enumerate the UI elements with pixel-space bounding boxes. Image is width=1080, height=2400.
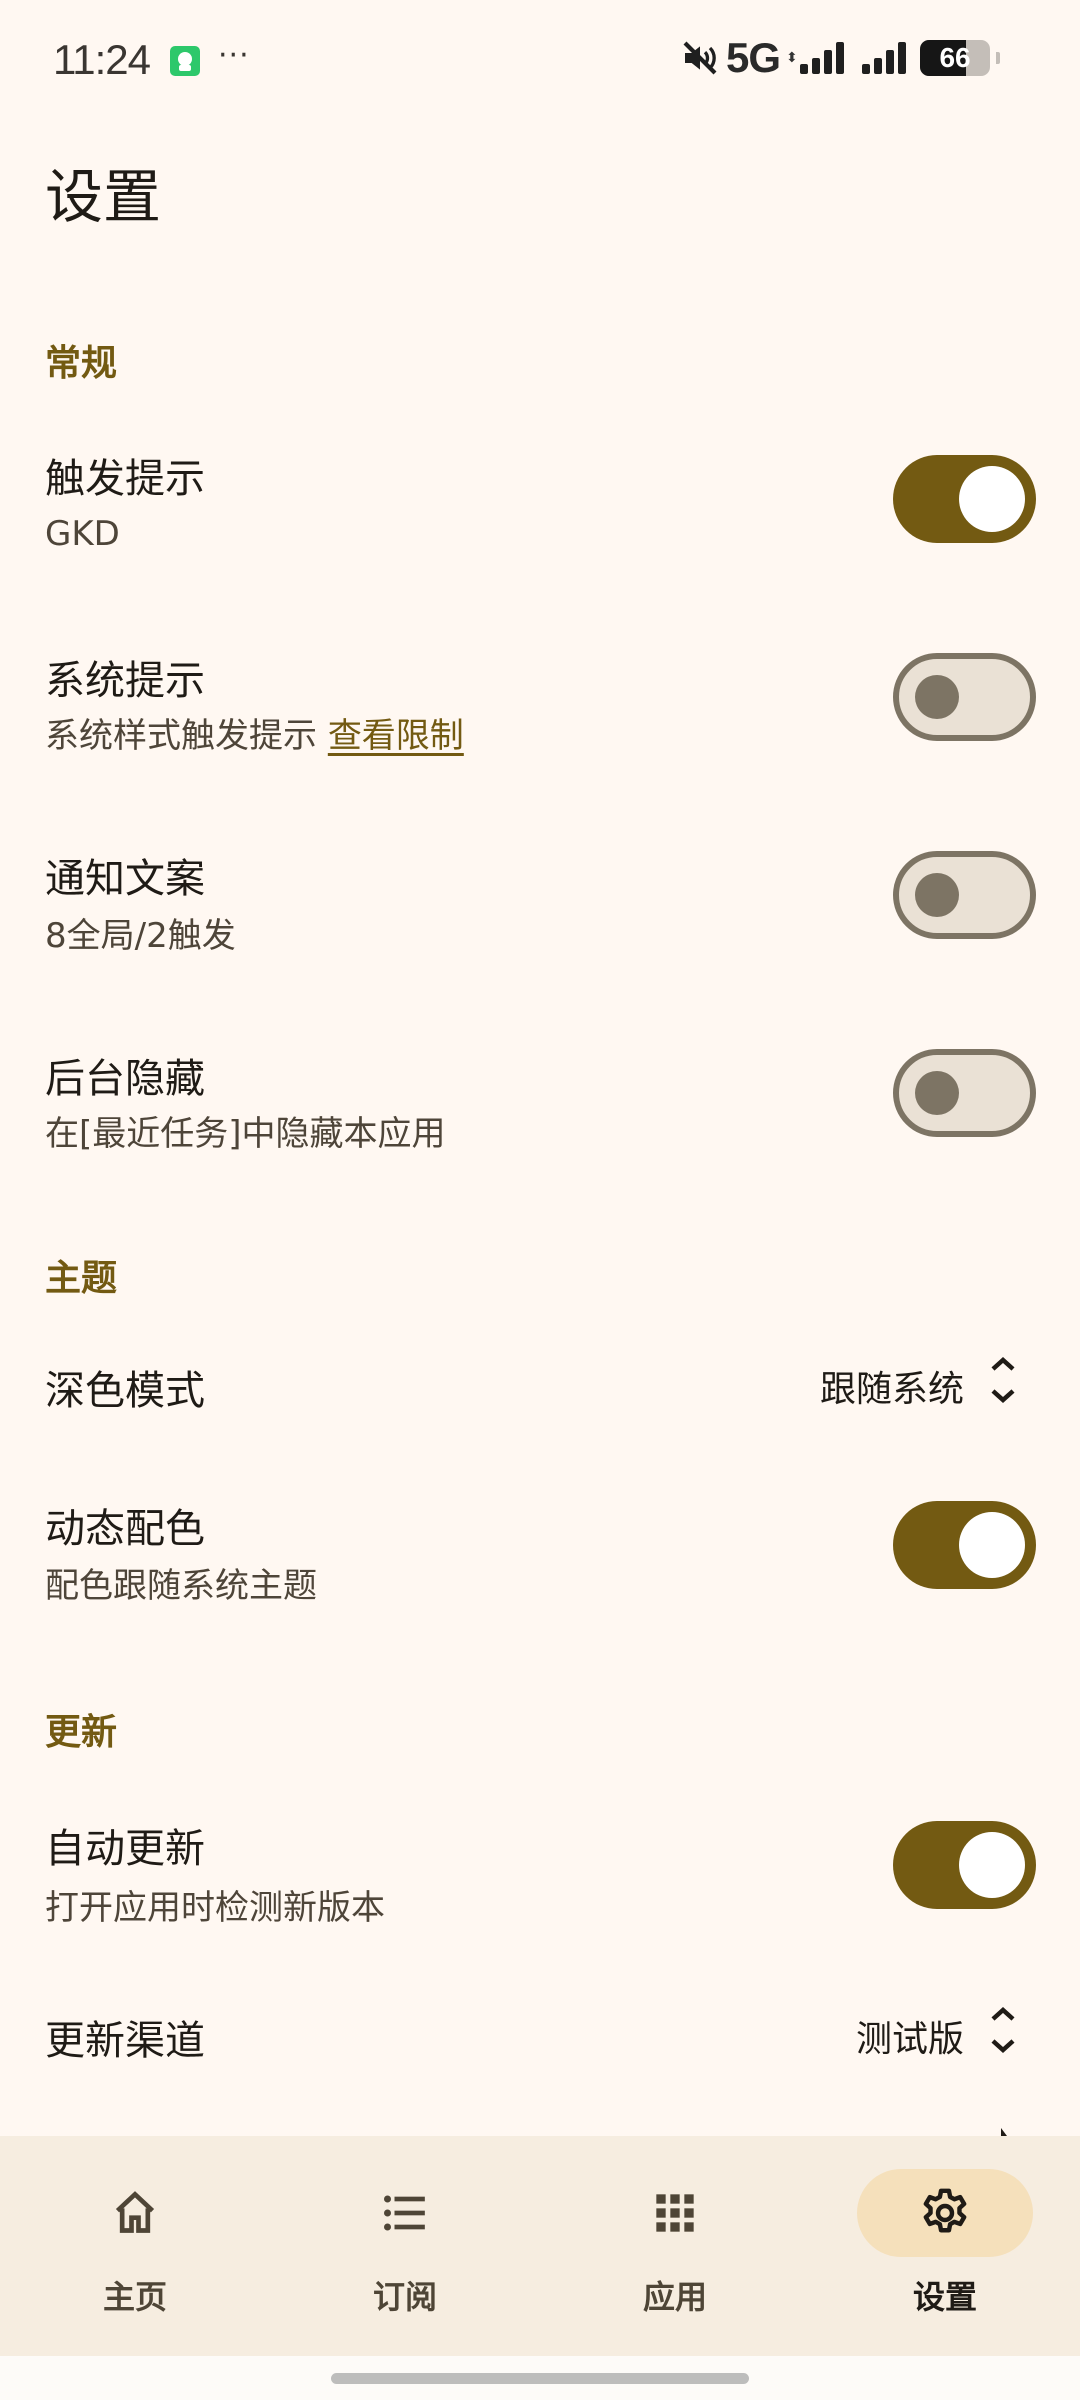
- setting-title: 系统提示: [45, 658, 205, 704]
- unfold-icon[interactable]: [988, 1355, 1018, 1405]
- setting-hide-background[interactable]: 后台隐藏 在[最近任务]中隐藏本应用: [0, 1016, 1080, 1176]
- hide-background-switch[interactable]: [893, 1049, 1036, 1137]
- list-icon: [384, 2195, 425, 2231]
- unfold-icon[interactable]: [988, 2005, 1018, 2055]
- battery-level: 66: [939, 42, 971, 73]
- battery-icon: 66: [920, 40, 991, 76]
- data-activity-icon: ⬍: [786, 50, 798, 66]
- setting-subtitle: 在[最近任务]中隐藏本应用: [45, 1114, 446, 1154]
- auto-update-switch[interactable]: [893, 1821, 1036, 1909]
- setting-title: 触发提示: [45, 456, 205, 502]
- system-hint-switch[interactable]: [893, 653, 1036, 741]
- dynamic-color-switch[interactable]: [893, 1501, 1036, 1589]
- nav-label: 应用: [642, 2278, 707, 2316]
- switch-thumb: [959, 1512, 1025, 1578]
- gear-icon: [923, 2188, 967, 2233]
- setting-title: 通知文案: [45, 856, 205, 902]
- nav-item-apps[interactable]: 应用: [540, 2136, 810, 2356]
- switch-thumb: [959, 466, 1025, 532]
- network-type: 5G: [726, 34, 781, 81]
- status-time: 11:24: [53, 36, 151, 83]
- nav-label: 设置: [912, 2278, 977, 2316]
- section-label-update: 更新: [45, 1712, 118, 1753]
- nav-item-settings[interactable]: 设置: [810, 2136, 1080, 2356]
- setting-subtitle: 8全局/2触发: [45, 916, 236, 956]
- page-title: 设置: [45, 163, 162, 231]
- setting-subtitle: 系统样式触发提示 查看限制: [45, 708, 464, 757]
- chevron-right-icon: [1001, 2128, 1007, 2136]
- setting-subtitle: 配色跟随系统主题: [45, 1566, 317, 1606]
- switch-thumb: [915, 873, 959, 917]
- setting-update-channel[interactable]: 更新渠道 测试版: [0, 1970, 1080, 2090]
- nav-item-home[interactable]: 主页: [0, 2136, 270, 2356]
- setting-title: 深色模式: [45, 1368, 205, 1414]
- more-notifications-icon: ···: [218, 38, 250, 73]
- setting-trigger-hint[interactable]: 触发提示 GKD: [0, 420, 1080, 580]
- section-label-theme: 主题: [45, 1258, 118, 1299]
- notification-text-switch[interactable]: [893, 851, 1036, 939]
- setting-subtitle-text: 系统样式触发提示: [45, 716, 317, 756]
- section-label-general: 常规: [45, 343, 118, 384]
- signal-strength-icon: [800, 42, 845, 74]
- switch-thumb: [959, 1832, 1025, 1898]
- update-channel-value[interactable]: 测试版: [856, 2010, 964, 2062]
- trigger-hint-switch[interactable]: [893, 455, 1036, 543]
- nav-label: 主页: [102, 2278, 167, 2316]
- status-indicators: 5G ⬍ 66: [680, 34, 1001, 81]
- view-limits-link[interactable]: 查看限制: [328, 716, 464, 756]
- switch-thumb: [915, 1071, 959, 1115]
- signal-strength-icon: [862, 42, 907, 74]
- setting-dark-mode[interactable]: 深色模式 跟随系统: [0, 1320, 1080, 1440]
- switch-thumb: [915, 675, 959, 719]
- setting-title: 自动更新: [45, 1826, 205, 1872]
- chat-app-icon: [170, 46, 200, 76]
- home-icon: [115, 2191, 155, 2233]
- setting-auto-update[interactable]: 自动更新 打开应用时检测新版本: [0, 1790, 1080, 1950]
- nav-item-subscriptions[interactable]: 订阅: [270, 2136, 540, 2356]
- setting-system-hint[interactable]: 系统提示 系统样式触发提示 查看限制: [0, 620, 1080, 780]
- setting-title: 动态配色: [45, 1506, 205, 1552]
- gesture-area: [0, 2356, 1080, 2400]
- setting-title: 更新渠道: [45, 2018, 205, 2064]
- setting-subtitle: 打开应用时检测新版本: [45, 1888, 385, 1928]
- dark-mode-value[interactable]: 跟随系统: [820, 1360, 964, 1412]
- vibrate-muted-icon: [683, 41, 717, 75]
- bottom-navigation: 主页 订阅 应用 设置: [0, 2136, 1080, 2356]
- nav-label: 订阅: [372, 2278, 437, 2316]
- setting-notification-text[interactable]: 通知文案 8全局/2触发: [0, 818, 1080, 978]
- apps-grid-icon: [656, 2194, 694, 2232]
- setting-dynamic-color[interactable]: 动态配色 配色跟随系统主题: [0, 1470, 1080, 1630]
- battery-cap: [996, 52, 1001, 64]
- home-gesture-bar[interactable]: [331, 2373, 749, 2384]
- setting-subtitle: GKD: [45, 514, 120, 554]
- setting-title: 后台隐藏: [45, 1056, 205, 1102]
